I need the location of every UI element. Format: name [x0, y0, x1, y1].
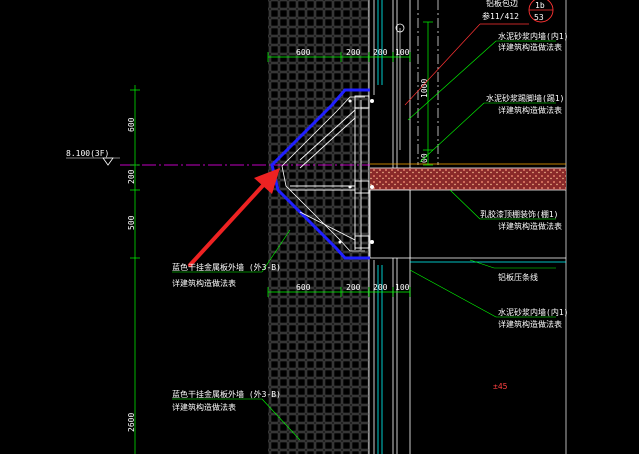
cad-drawing: 8.100(3F) 600 200 200 100 600 200 200 10… [66, 0, 568, 454]
dim-mid-0: 600 [296, 283, 311, 292]
callout-r4-l1: 水泥砂浆内墙(内1) [498, 307, 568, 317]
detail-ref-above: 铝板包边 [486, 0, 518, 8]
level-triangle [102, 157, 114, 166]
dim-top-0: 600 [296, 48, 311, 57]
dim-top-1: 200 [346, 48, 361, 57]
callout-l1-l2: 详建筑构造做法表 [172, 402, 236, 412]
callout-r4-l2: 详建筑构造做法表 [498, 319, 562, 329]
dim-top-3: 100 [395, 48, 410, 57]
callout-r0-l1: 水泥砂浆内墙(内1) [498, 31, 568, 41]
level-mark: 8.100(3F) [66, 149, 109, 158]
dim-right-vertical: 1000 [420, 79, 429, 98]
callout-r2-l1: 乳胶漆顶棚装饰(棚1) [480, 209, 558, 219]
dim-top-2: 200 [373, 48, 388, 57]
dim-left-1: 200 [127, 169, 136, 184]
dim-mid-3: 100 [395, 283, 410, 292]
detail-reference: 1b 53 铝板包边 参11/412 [395, 0, 554, 150]
dimension-right: 1000 00 [420, 21, 433, 166]
dim-left-3: 2600 [127, 413, 136, 432]
detail-ref-bottom: 53 [534, 13, 544, 22]
detail-ref-code: 参11/412 [482, 11, 519, 21]
red-arrow [188, 168, 280, 267]
detail-ref-top: 1b [535, 1, 545, 10]
masonry-wall [268, 0, 369, 454]
callout-r0-l2: 详建筑构造做法表 [498, 42, 562, 52]
callout-l0-l1: 蓝色干挂金属板外墙 (外3-B) [172, 262, 281, 272]
dimension-left: 600 200 500 2600 [127, 85, 140, 454]
callout-r3-l1: 铝板压条线 [498, 272, 538, 282]
dim-left-2: 500 [127, 215, 136, 230]
small-red-text: ±45 [493, 382, 508, 391]
dim-mid-1: 200 [346, 283, 361, 292]
callout-r1-l1: 水泥砂浆踢脚墙(踢1) [486, 93, 564, 103]
dim-mid-2: 200 [373, 283, 388, 292]
dim-left-0: 600 [127, 117, 136, 132]
callout-r2-l2: 详建筑构造做法表 [498, 221, 562, 231]
callout-l0-l2: 详建筑构造做法表 [172, 278, 236, 288]
callout-l1-l1: 蓝色干挂金属板外墙 (外3-B) [172, 389, 281, 399]
callout-r1-l2: 详建筑构造做法表 [498, 105, 562, 115]
